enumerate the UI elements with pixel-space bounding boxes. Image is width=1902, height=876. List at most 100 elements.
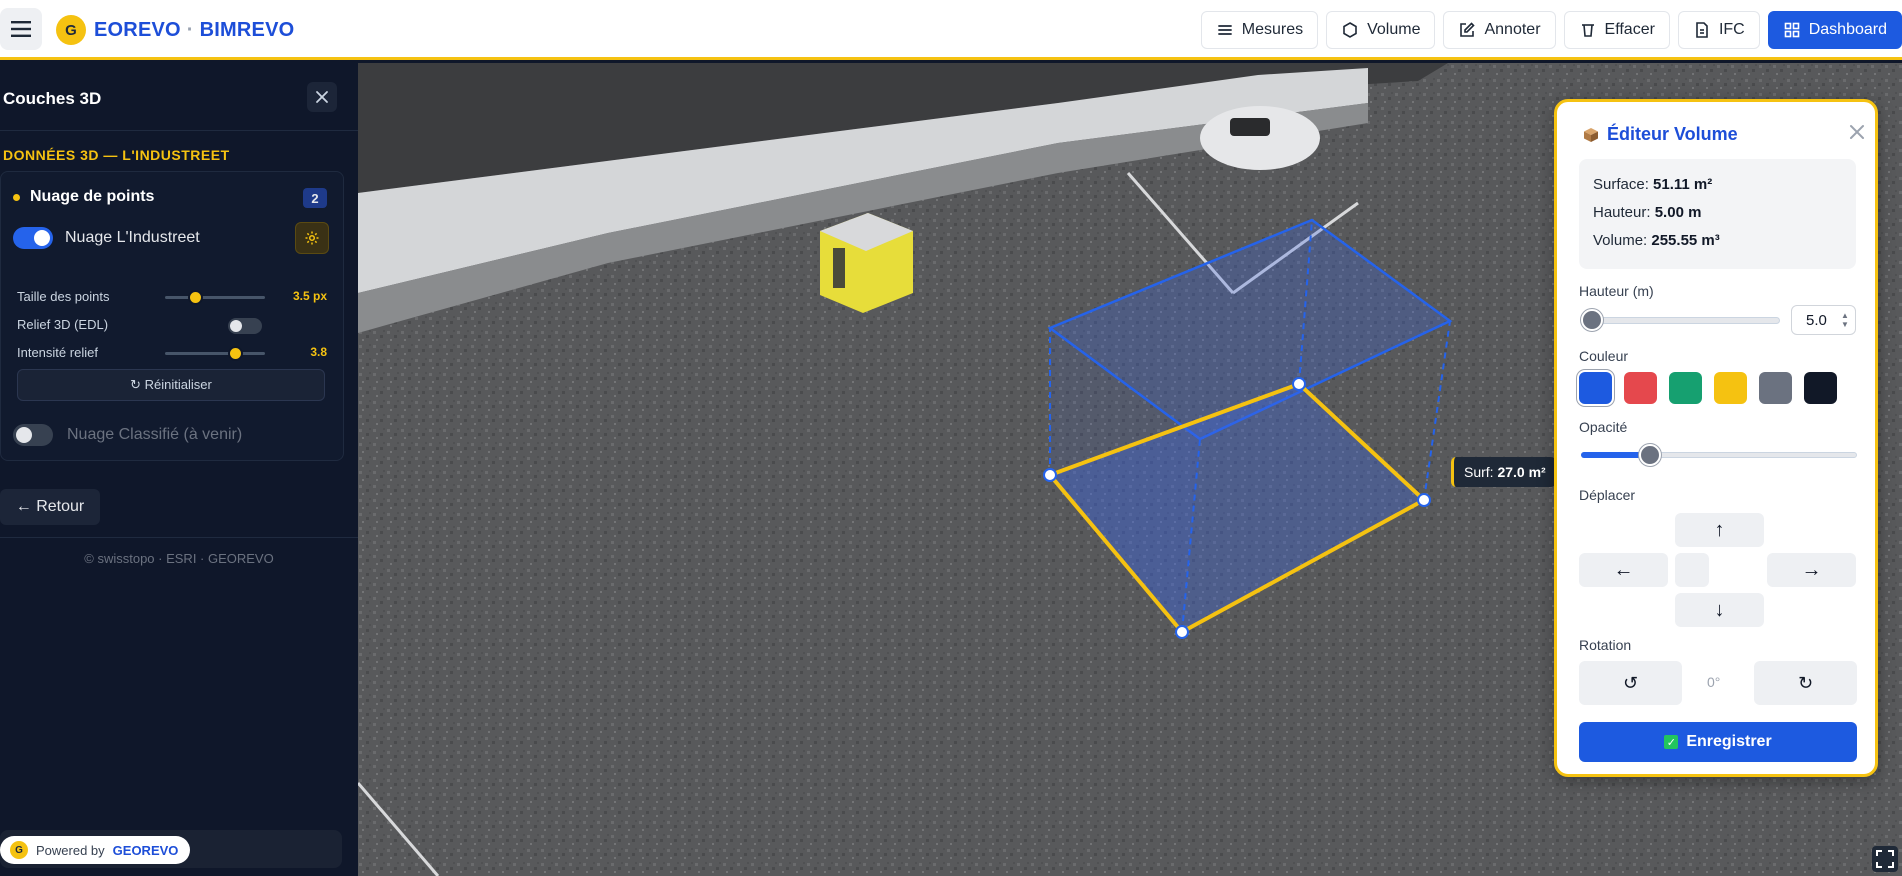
ifc-label: IFC [1718, 21, 1745, 38]
bullet-dot [13, 193, 20, 201]
color-label: Couleur [1579, 348, 1629, 364]
save-label: Enregistrer [1686, 733, 1772, 750]
height-stat-value: 5.00 m [1654, 204, 1702, 221]
hamburger-menu-button[interactable] [0, 8, 42, 50]
volume-editor-panel: Éditeur Volume Surface: 51.11 m² Hauteur… [1554, 99, 1878, 777]
color-swatch-4[interactable] [1714, 372, 1747, 404]
map-attribution: © swisstopo · ESRI · GEOREVO [84, 551, 274, 566]
point-size-value: 3.5 px [292, 289, 327, 303]
editor-title: Éditeur Volume [1607, 124, 1738, 144]
rotate-cw-button[interactable]: ↻ [1754, 661, 1857, 705]
powered-by-badge[interactable]: G Powered by GEOREVO [0, 836, 191, 864]
sidebar-close-button[interactable] [307, 82, 337, 112]
rotate-ccw-button[interactable]: ↺ [1579, 661, 1682, 705]
parked-van [1200, 106, 1320, 170]
mesures-label: Mesures [1241, 21, 1304, 38]
height-slider-knob[interactable] [1581, 309, 1603, 331]
toolbar: Mesures Volume Annoter Effacer IFC Dashb… [1200, 11, 1902, 49]
reset-button[interactable]: ↻ Réinitialiser [17, 369, 325, 401]
brand-right: BIMREVO [199, 18, 295, 41]
height-stat-label: Hauteur: [1593, 204, 1651, 221]
color-swatch-1[interactable] [1579, 372, 1612, 404]
layer-group-title: Nuage de points [30, 188, 155, 205]
effacer-label: Effacer [1604, 21, 1655, 38]
color-swatch-6[interactable] [1804, 372, 1837, 404]
powered-logo: G [10, 841, 28, 859]
editor-close-icon[interactable] [1847, 122, 1867, 142]
opacity-slider-knob[interactable] [1639, 444, 1661, 466]
relief-toggle[interactable] [228, 318, 262, 334]
brand-logo[interactable]: G EOREVO · BIMREVO [56, 15, 294, 45]
height-input-value: 5.0 [1806, 311, 1827, 329]
height-input[interactable]: 5.0 ▲ ▼ [1791, 305, 1856, 335]
surface-tooltip: Surf: 27.0 m² [1451, 457, 1556, 487]
toggle-knob [230, 320, 242, 332]
layer-classified-toggle[interactable] [13, 424, 53, 446]
gear-icon [305, 231, 319, 245]
layer-industreet-label: Nuage L'Industreet [65, 229, 200, 246]
relief-label: Relief 3D (EDL) [17, 317, 109, 332]
color-swatch-5[interactable] [1759, 372, 1792, 404]
layer-industreet-toggle[interactable] [13, 227, 53, 249]
move-left-button[interactable]: ← [1579, 553, 1668, 587]
fullscreen-icon[interactable] [1872, 846, 1898, 872]
color-swatches [1579, 372, 1837, 404]
layer-row-industreet: Nuage L'Industreet [13, 227, 200, 249]
close-icon [316, 91, 328, 103]
brand-separator: · [186, 18, 194, 41]
powered-brand: GEOREVO [112, 842, 179, 858]
intensity-slider-knob[interactable] [228, 346, 243, 361]
annoter-label: Annoter [1484, 21, 1541, 38]
height-stat: Hauteur: 5.00 m [1593, 199, 1842, 227]
surface-stat: Surface: 51.11 m² [1593, 171, 1842, 199]
divider [0, 537, 358, 538]
effacer-button[interactable]: Effacer [1563, 11, 1670, 49]
dashboard-button[interactable]: Dashboard [1767, 11, 1902, 49]
toggle-knob [34, 230, 50, 246]
relief-row: Relief 3D (EDL) [17, 315, 327, 335]
layers-sidebar: Couches 3D DONNÉES 3D — L'INDUSTREET Nua… [0, 63, 358, 876]
color-swatch-3[interactable] [1669, 372, 1702, 404]
move-center-button[interactable] [1675, 553, 1709, 587]
mesures-button[interactable]: Mesures [1200, 11, 1319, 49]
menu-icon [11, 21, 31, 37]
sidebar-title: Couches 3D [3, 89, 102, 108]
move-up-button[interactable]: ↑ [1675, 513, 1764, 547]
hexagon-icon [1343, 22, 1357, 38]
van-window [1230, 118, 1270, 136]
save-button[interactable]: ✓ Enregistrer [1579, 722, 1857, 762]
height-label: Hauteur (m) [1579, 283, 1654, 299]
file-icon [1696, 22, 1708, 38]
surface-tooltip-value: 27.0 m² [1497, 464, 1546, 480]
edit-icon [1460, 22, 1476, 37]
brand-left: EOREVO [94, 18, 181, 41]
point-size-row: Taille des points 3.5 px [17, 287, 327, 307]
annoter-button[interactable]: Annoter [1443, 11, 1556, 49]
point-cloud-layer-card: Nuage de points 2 Nuage L'Industreet Tai… [0, 171, 344, 461]
intensity-label: Intensité relief [17, 345, 98, 360]
volume-stat-label: Volume: [1593, 232, 1648, 249]
top-bar: G EOREVO · BIMREVO Mesures Volume Annoter … [0, 0, 1902, 60]
editor-header: Éditeur Volume [1583, 124, 1738, 145]
intensity-slider[interactable] [165, 346, 265, 361]
point-size-slider[interactable] [165, 290, 265, 305]
back-button[interactable]: ← Retour [0, 489, 100, 525]
surface-stat-label: Surface: [1593, 176, 1649, 193]
ifc-button[interactable]: IFC [1677, 11, 1760, 49]
point-size-label: Taille des points [17, 289, 110, 304]
move-down-button[interactable]: ↓ [1675, 593, 1764, 627]
section-heading: DONNÉES 3D — L'INDUSTREET [3, 147, 230, 163]
yellow-container [820, 213, 913, 313]
volume-button[interactable]: Volume [1326, 11, 1436, 49]
point-size-slider-knob[interactable] [188, 290, 203, 305]
layer-settings-button[interactable] [295, 222, 329, 254]
volume-stat: Volume: 255.55 m³ [1593, 227, 1842, 255]
toggle-knob [16, 427, 32, 443]
volume-label: Volume [1367, 21, 1421, 38]
surface-tooltip-prefix: Surf: [1464, 464, 1494, 480]
move-right-button[interactable]: → [1767, 553, 1856, 587]
height-spinner-icon[interactable]: ▲ ▼ [1840, 311, 1850, 329]
color-swatch-2[interactable] [1624, 372, 1657, 404]
rotation-value: 0° [1707, 674, 1721, 690]
height-slider[interactable] [1581, 317, 1780, 324]
